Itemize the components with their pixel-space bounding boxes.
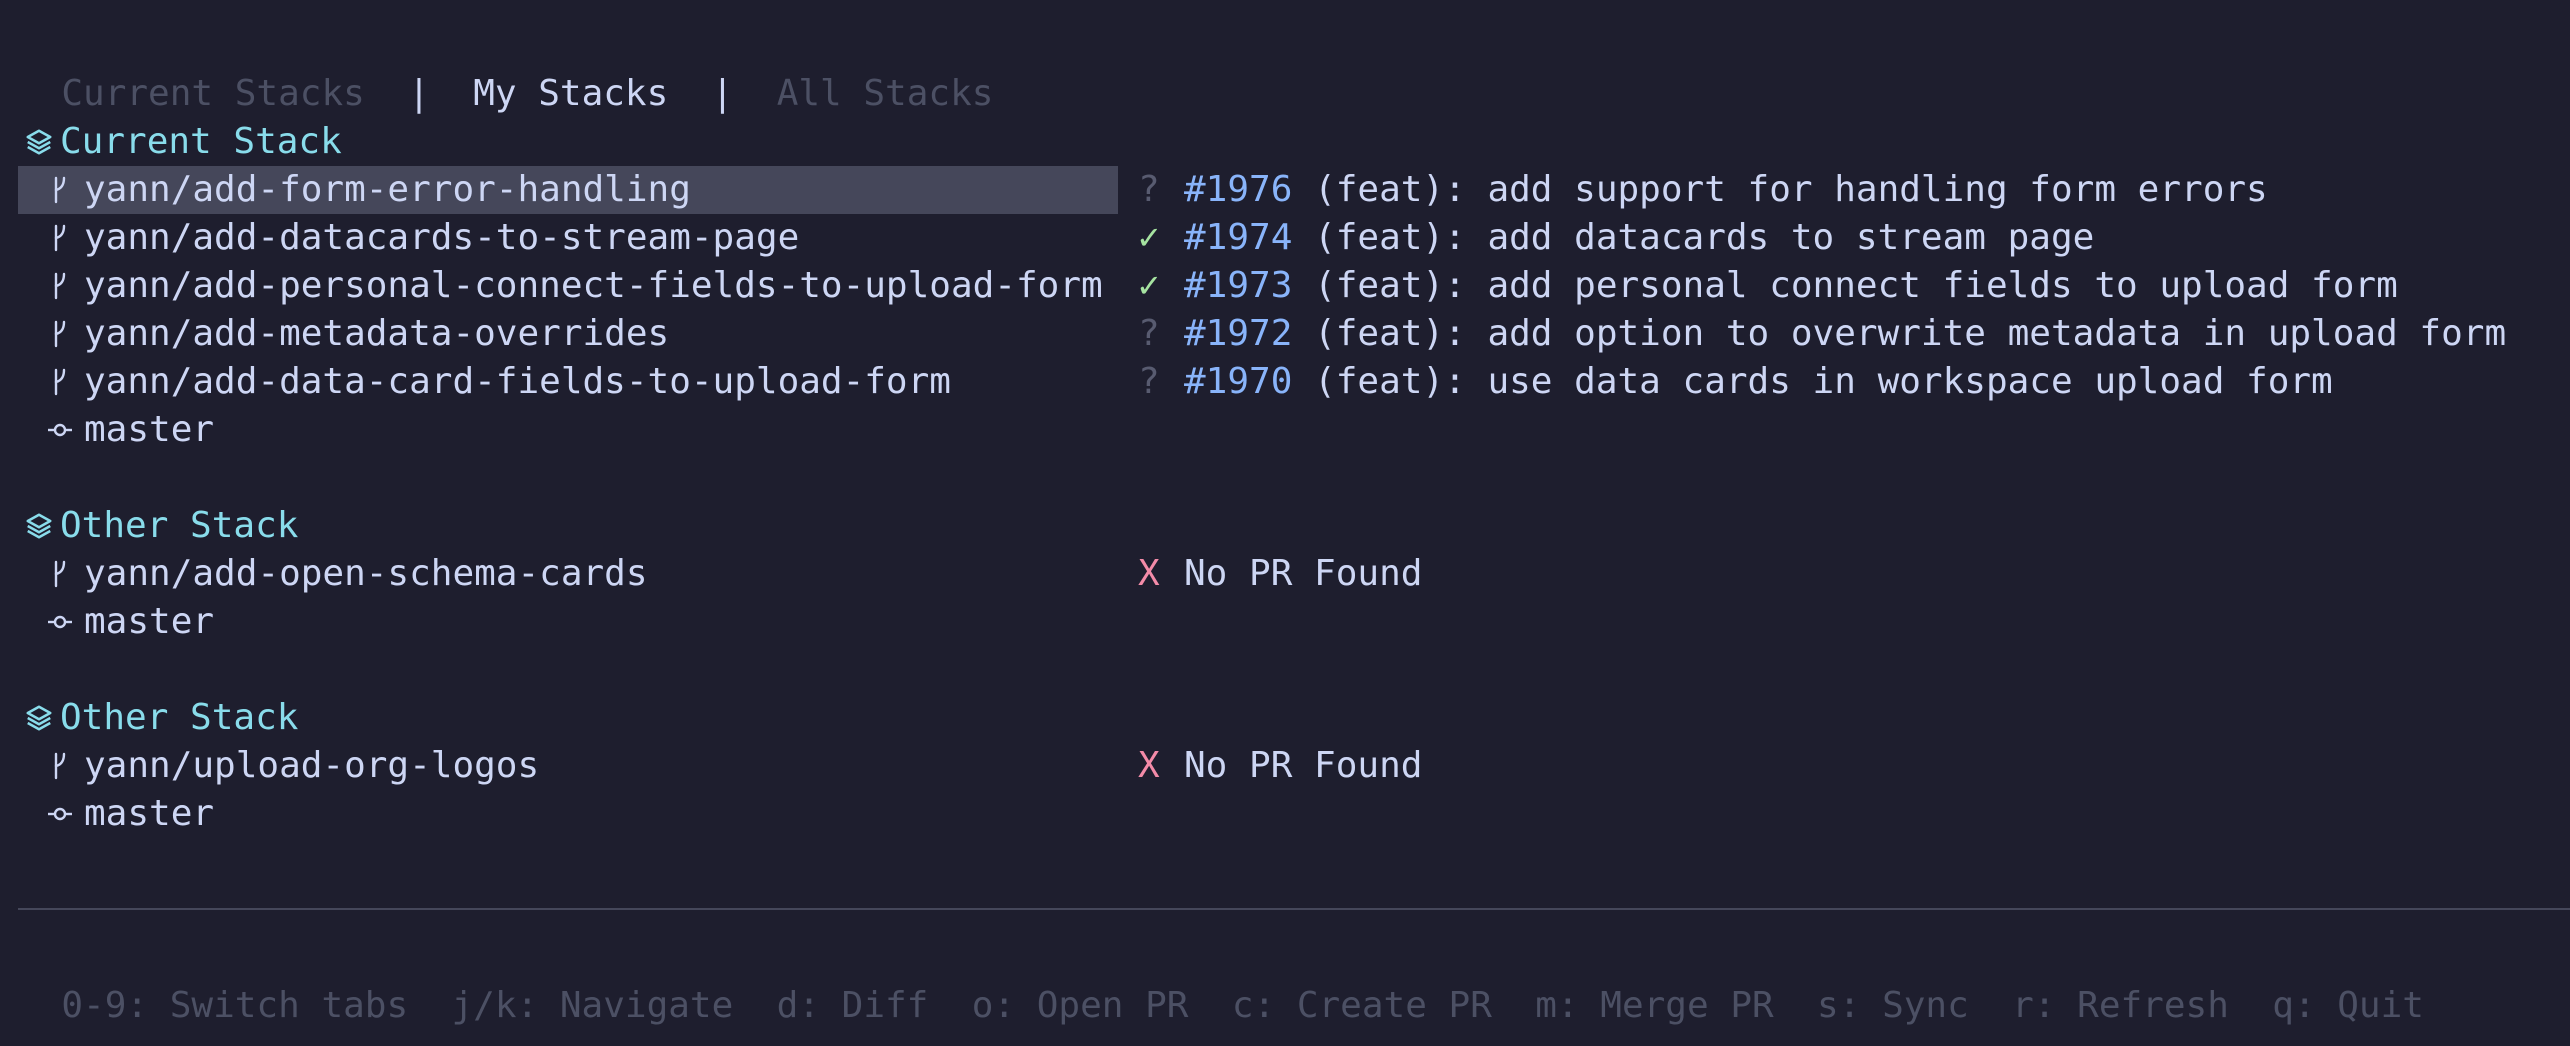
branch-row[interactable]: yann/add-open-schema-cards <box>18 550 1118 598</box>
git-branch-icon <box>48 214 72 262</box>
tab-separator <box>365 73 408 114</box>
base-branch-name: master <box>84 601 215 642</box>
hint-navigate: j/k: Navigate <box>451 985 734 1026</box>
base-branch-name: master <box>84 793 215 834</box>
stack-header: Other Stack <box>24 694 298 742</box>
git-commit-icon <box>48 790 72 838</box>
branch-name: yann/add-personal-connect-fields-to-uplo… <box>84 265 1103 306</box>
branch-name: yann/add-form-error-handling <box>84 169 691 210</box>
pr-info[interactable]: ✓ #1973 (feat): add personal connect fiel… <box>1138 262 2398 310</box>
hint-spacer <box>1492 985 1535 1026</box>
hint-spacer <box>1774 985 1817 1026</box>
pr-title: (feat): add personal connect fields to u… <box>1314 265 2398 306</box>
git-commit-icon <box>48 598 72 646</box>
tab-separator: | <box>408 73 430 114</box>
pr-number[interactable]: #1970 <box>1184 361 1292 402</box>
tab-current-stacks[interactable]: Current Stacks <box>61 73 364 114</box>
layers-icon <box>24 697 60 738</box>
base-branch-row[interactable]: master <box>18 598 1118 646</box>
tab-all-stacks[interactable]: All Stacks <box>777 73 994 114</box>
base-branch-row[interactable]: master <box>18 790 1118 838</box>
branch-name: yann/add-data-card-fields-to-upload-form <box>84 361 951 402</box>
branch-row[interactable]: yann/add-data-card-fields-to-upload-form <box>18 358 1118 406</box>
branch-row[interactable]: yann/add-datacards-to-stream-page <box>18 214 1118 262</box>
pr-info[interactable]: ? #1970 (feat): use data cards in workspa… <box>1138 358 2333 406</box>
pr-spacer <box>1292 169 1314 210</box>
git-commit-icon <box>48 406 72 454</box>
hint-spacer <box>2229 985 2272 1026</box>
branch-row-selected[interactable]: yann/add-form-error-handling <box>18 166 1118 214</box>
branch-name: yann/add-datacards-to-stream-page <box>84 217 800 258</box>
hint-spacer <box>1969 985 2012 1026</box>
branch-row[interactable]: yann/add-metadata-overrides <box>18 310 1118 358</box>
git-branch-icon <box>48 550 72 598</box>
no-pr-text: No PR Found <box>1184 553 1423 594</box>
hint-diff: d: Diff <box>776 985 929 1026</box>
stack-title: Other Stack <box>60 697 299 738</box>
hint-refresh: r: Refresh <box>2012 985 2229 1026</box>
branch-name: yann/upload-org-logos <box>84 745 540 786</box>
base-branch-row[interactable]: master <box>18 406 1118 454</box>
pr-status-icon: X <box>1138 745 1160 786</box>
stack-header: Other Stack <box>24 502 298 550</box>
hint-spacer <box>928 985 971 1026</box>
pr-status-icon: ? <box>1138 313 1160 354</box>
hint-spacer <box>408 985 451 1026</box>
stack-title: Other Stack <box>60 505 299 546</box>
no-pr-text: No PR Found <box>1184 745 1423 786</box>
pr-status-icon: X <box>1138 553 1160 594</box>
tab-bar: Current Stacks | My Stacks | All Stacks <box>18 22 993 114</box>
pr-number[interactable]: #1972 <box>1184 313 1292 354</box>
pr-status-icon: ? <box>1138 361 1160 402</box>
git-branch-icon <box>48 166 72 214</box>
tab-spacer <box>733 73 776 114</box>
pr-info[interactable]: ? #1976 (feat): add support for handling … <box>1138 166 2268 214</box>
hint-spacer <box>1188 985 1231 1026</box>
branch-row[interactable]: yann/add-personal-connect-fields-to-uplo… <box>18 262 1118 310</box>
pr-spacer <box>1292 265 1314 306</box>
tab-my-stacks[interactable]: My Stacks <box>473 73 668 114</box>
pr-info[interactable]: ✓ #1974 (feat): add datacards to stream p… <box>1138 214 2094 262</box>
pr-title: (feat): add datacards to stream page <box>1314 217 2095 258</box>
pr-number[interactable]: #1973 <box>1184 265 1292 306</box>
hint-switch-tabs: 0-9: Switch tabs <box>61 985 409 1026</box>
pr-title: (feat): add support for handling form er… <box>1314 169 2268 210</box>
branch-name: yann/add-open-schema-cards <box>84 553 648 594</box>
pr-status-icon: ✓ <box>1138 217 1160 258</box>
hint-quit: q: Quit <box>2272 985 2424 1026</box>
pr-spacer <box>1292 313 1314 354</box>
footer-divider <box>18 908 2570 910</box>
git-branch-icon <box>48 358 72 406</box>
pr-title: (feat): use data cards in workspace uplo… <box>1314 361 2333 402</box>
keybinding-hints: 0-9: Switch tabs j/k: Navigate d: Diff o… <box>18 934 2424 1026</box>
pr-spacer <box>1292 361 1314 402</box>
layers-icon <box>24 505 60 546</box>
layers-icon <box>24 121 60 162</box>
pr-status-icon: ? <box>1138 169 1160 210</box>
pr-info[interactable]: ? #1972 (feat): add option to overwrite m… <box>1138 310 2506 358</box>
hint-open-pr: o: Open PR <box>971 985 1189 1026</box>
tab-spacer <box>430 73 473 114</box>
tab-spacer <box>668 73 711 114</box>
base-branch-name: master <box>84 409 215 450</box>
pr-number[interactable]: #1976 <box>1184 169 1292 210</box>
branch-name: yann/add-metadata-overrides <box>84 313 670 354</box>
pr-info[interactable]: X No PR Found <box>1138 742 1422 790</box>
git-branch-icon <box>48 262 72 310</box>
pr-info[interactable]: X No PR Found <box>1138 550 1422 598</box>
stack-title: Current Stack <box>60 121 342 162</box>
pr-number[interactable]: #1974 <box>1184 217 1292 258</box>
pr-status-icon: ✓ <box>1138 265 1160 306</box>
stack-header: Current Stack <box>24 118 342 166</box>
pr-spacer <box>1292 217 1314 258</box>
hint-merge-pr: m: Merge PR <box>1535 985 1774 1026</box>
hint-create-pr: c: Create PR <box>1231 985 1492 1026</box>
branch-row[interactable]: yann/upload-org-logos <box>18 742 1118 790</box>
tab-separator: | <box>711 73 734 114</box>
hint-sync: s: Sync <box>1817 985 1969 1026</box>
git-branch-icon <box>48 742 72 790</box>
hint-spacer <box>733 985 776 1026</box>
pr-title: (feat): add option to overwrite metadata… <box>1314 313 2507 354</box>
git-branch-icon <box>48 310 72 358</box>
